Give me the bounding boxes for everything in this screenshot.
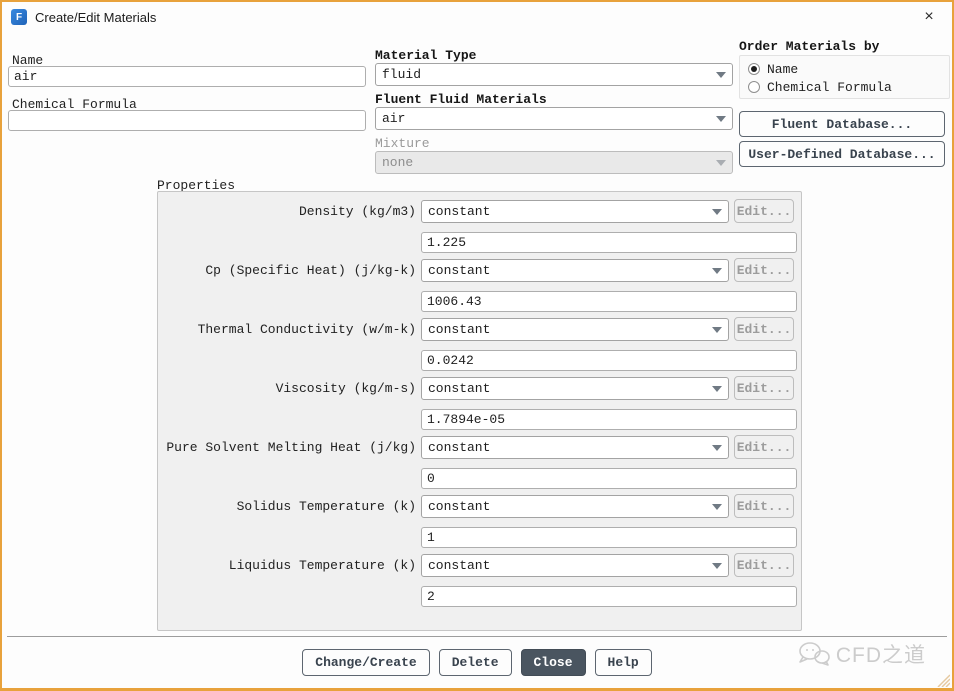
order-by-name-label: Name xyxy=(767,62,798,77)
chevron-down-icon xyxy=(716,116,726,122)
density-value-input[interactable] xyxy=(421,232,797,253)
melting-heat-edit-button[interactable]: Edit... xyxy=(734,435,794,459)
help-button[interactable]: Help xyxy=(595,649,652,676)
solidus-temperature-method-value: constant xyxy=(428,499,706,514)
fluent-fluid-materials-value: air xyxy=(382,111,710,126)
fluent-database-button[interactable]: Fluent Database... xyxy=(739,111,945,137)
order-by-chemical-formula-label: Chemical Formula xyxy=(767,80,892,95)
order-by-name-option[interactable]: Name xyxy=(748,60,949,78)
liquidus-temperature-method-dropdown[interactable]: constant xyxy=(421,554,729,577)
footer-button-bar: Change/Create Delete Close Help xyxy=(2,649,952,677)
cp-method-dropdown[interactable]: constant xyxy=(421,259,729,282)
chevron-down-icon xyxy=(712,327,722,333)
material-type-label: Material Type xyxy=(375,48,476,63)
cp-value-input[interactable] xyxy=(421,291,797,312)
titlebar: F Create/Edit Materials × xyxy=(2,2,952,32)
thermal-conductivity-method-value: constant xyxy=(428,322,706,337)
viscosity-method-value: constant xyxy=(428,381,706,396)
chemical-formula-input[interactable] xyxy=(8,110,366,131)
close-button[interactable]: Close xyxy=(521,649,586,676)
liquidus-temperature-edit-button[interactable]: Edit... xyxy=(734,553,794,577)
chevron-down-icon xyxy=(712,504,722,510)
fluent-fluid-materials-dropdown[interactable]: air xyxy=(375,107,733,130)
dialog-title: Create/Edit Materials xyxy=(35,10,156,25)
liquidus-temperature-value-input[interactable] xyxy=(421,586,797,607)
melting-heat-method-dropdown[interactable]: constant xyxy=(421,436,729,459)
viscosity-value-input[interactable] xyxy=(421,409,797,430)
mixture-value: none xyxy=(382,155,710,170)
property-label-liquidus-temperature: Liquidus Temperature (k) xyxy=(166,554,416,577)
property-label-thermal-conductivity: Thermal Conductivity (w/m-k) xyxy=(166,318,416,341)
solidus-temperature-method-dropdown[interactable]: constant xyxy=(421,495,729,518)
cp-edit-button[interactable]: Edit... xyxy=(734,258,794,282)
thermal-conductivity-method-dropdown[interactable]: constant xyxy=(421,318,729,341)
property-label-melting-heat: Pure Solvent Melting Heat (j/kg) xyxy=(166,436,416,459)
density-method-dropdown[interactable]: constant xyxy=(421,200,729,223)
viscosity-method-dropdown[interactable]: constant xyxy=(421,377,729,400)
fluent-app-icon: F xyxy=(11,9,27,25)
create-edit-materials-dialog: F Create/Edit Materials × Name Chemical … xyxy=(0,0,954,691)
order-by-chemical-formula-option[interactable]: Chemical Formula xyxy=(748,78,949,96)
chevron-down-icon xyxy=(712,563,722,569)
radio-unselected-icon xyxy=(748,81,760,93)
mixture-dropdown: none xyxy=(375,151,733,174)
close-icon[interactable]: × xyxy=(919,7,939,27)
chevron-down-icon xyxy=(712,445,722,451)
delete-button[interactable]: Delete xyxy=(439,649,512,676)
melting-heat-value-input[interactable] xyxy=(421,468,797,489)
property-label-density: Density (kg/m3) xyxy=(166,200,416,223)
name-input[interactable] xyxy=(8,66,366,87)
property-label-viscosity: Viscosity (kg/m-s) xyxy=(166,377,416,400)
chevron-down-icon xyxy=(712,386,722,392)
user-defined-database-button[interactable]: User-Defined Database... xyxy=(739,141,945,167)
melting-heat-method-value: constant xyxy=(428,440,706,455)
fluent-fluid-materials-label: Fluent Fluid Materials xyxy=(375,92,547,107)
resize-grip-icon[interactable] xyxy=(934,671,950,687)
material-type-dropdown[interactable]: fluid xyxy=(375,63,733,86)
chevron-down-icon xyxy=(716,72,726,78)
thermal-conductivity-value-input[interactable] xyxy=(421,350,797,371)
cp-method-value: constant xyxy=(428,263,706,278)
footer-separator xyxy=(7,636,947,637)
change-create-button[interactable]: Change/Create xyxy=(302,649,429,676)
solidus-temperature-value-input[interactable] xyxy=(421,527,797,548)
liquidus-temperature-method-value: constant xyxy=(428,558,706,573)
density-method-value: constant xyxy=(428,204,706,219)
chevron-down-icon xyxy=(712,268,722,274)
order-materials-radio-group: Name Chemical Formula xyxy=(739,55,950,99)
density-edit-button[interactable]: Edit... xyxy=(734,199,794,223)
property-label-solidus-temperature: Solidus Temperature (k) xyxy=(166,495,416,518)
order-materials-by-label: Order Materials by xyxy=(739,39,879,54)
solidus-temperature-edit-button[interactable]: Edit... xyxy=(734,494,794,518)
thermal-conductivity-edit-button[interactable]: Edit... xyxy=(734,317,794,341)
radio-selected-icon xyxy=(748,63,760,75)
material-type-value: fluid xyxy=(382,67,710,82)
property-label-cp: Cp (Specific Heat) (j/kg-k) xyxy=(166,259,416,282)
chevron-down-icon xyxy=(712,209,722,215)
properties-panel: Density (kg/m3) constant Edit... Cp (Spe… xyxy=(157,191,802,631)
viscosity-edit-button[interactable]: Edit... xyxy=(734,376,794,400)
mixture-label: Mixture xyxy=(375,136,430,151)
chevron-down-icon xyxy=(716,160,726,166)
